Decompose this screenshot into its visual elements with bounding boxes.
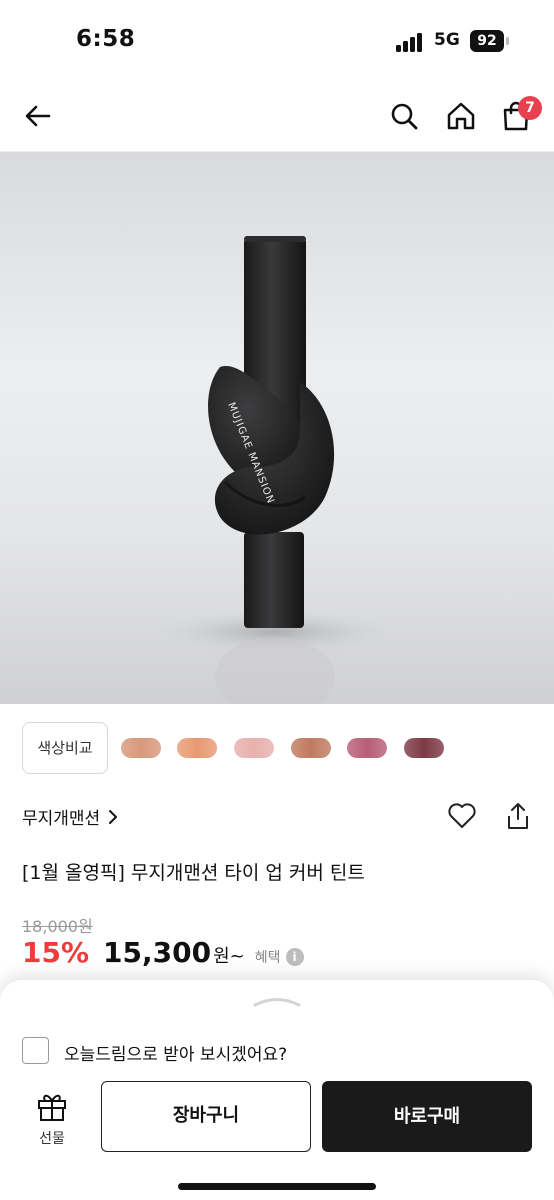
sheet-handle-icon[interactable] — [253, 994, 301, 1008]
color-compare-button[interactable]: 색상비교 — [22, 722, 108, 774]
battery-nub — [506, 37, 509, 45]
swatch-1[interactable] — [121, 738, 161, 758]
gift-icon — [38, 1094, 66, 1121]
today-delivery-checkbox[interactable] — [22, 1037, 49, 1064]
purchase-bottom-sheet: 오늘드림으로 받아 보시겠어요? 선물 장바구니 바로구매 — [0, 980, 554, 1200]
cart-count-badge: 7 — [518, 96, 542, 120]
today-delivery-label[interactable]: 오늘드림으로 받아 보시겠어요? — [64, 1040, 287, 1065]
heart-icon — [448, 803, 476, 828]
back-button[interactable] — [20, 98, 56, 134]
product-image[interactable]: MUJIGAE MANSION — [0, 152, 554, 704]
info-icon: i — [285, 948, 304, 966]
product-title: [1월 올영픽] 무지개맨션 타이 업 커버 틴트 — [22, 862, 365, 884]
search-button[interactable] — [386, 98, 422, 134]
discount-rate: 15% — [22, 936, 90, 969]
product-page: 6:58 5G 92 7 MUJIGAE MANSION 색상비교 무지개맨션 … — [0, 0, 554, 1200]
benefit-label: 혜택 — [254, 950, 281, 966]
lip-tint-bottle-illustration: MUJIGAE MANSION — [155, 236, 395, 704]
home-button[interactable] — [443, 98, 479, 134]
brand-row: 무지개맨션 — [22, 798, 532, 834]
battery-indicator: 92 — [470, 30, 504, 52]
status-time: 6:58 — [76, 26, 136, 52]
app-header — [0, 80, 554, 152]
favorite-button[interactable] — [446, 800, 478, 832]
swatch-2[interactable] — [177, 738, 217, 758]
status-bar: 6:58 5G 92 — [0, 0, 554, 80]
swatch-4[interactable] — [291, 738, 331, 758]
home-icon — [447, 102, 475, 130]
chevron-right-icon — [109, 809, 118, 824]
signal-icon — [396, 32, 426, 52]
home-indicator — [178, 1183, 376, 1190]
original-price: 18,000원 — [22, 917, 93, 936]
add-to-cart-button[interactable]: 장바구니 — [101, 1081, 311, 1152]
benefit-link[interactable]: 혜택 i — [255, 947, 304, 967]
swatch-6[interactable] — [404, 738, 444, 758]
share-icon — [508, 803, 528, 829]
network-label: 5G — [434, 30, 460, 50]
search-icon — [391, 103, 418, 130]
sale-price: 15,300 — [103, 936, 212, 969]
swatch-5[interactable] — [347, 738, 387, 758]
color-swatch-row: 색상비교 — [22, 722, 542, 776]
swatch-3[interactable] — [234, 738, 274, 758]
brand-name: 무지개맨션 — [22, 809, 101, 829]
brand-link[interactable]: 무지개맨션 — [22, 804, 118, 829]
arrow-left-icon — [25, 105, 51, 127]
gift-button[interactable]: 선물 — [26, 1090, 78, 1154]
price-unit: 원~ — [213, 946, 245, 967]
price-row: 15% 15,300 원~ 혜택 i — [22, 936, 304, 976]
gift-label: 선물 — [39, 1131, 65, 1147]
share-button[interactable] — [502, 800, 534, 832]
buy-now-button[interactable]: 바로구매 — [322, 1081, 532, 1152]
